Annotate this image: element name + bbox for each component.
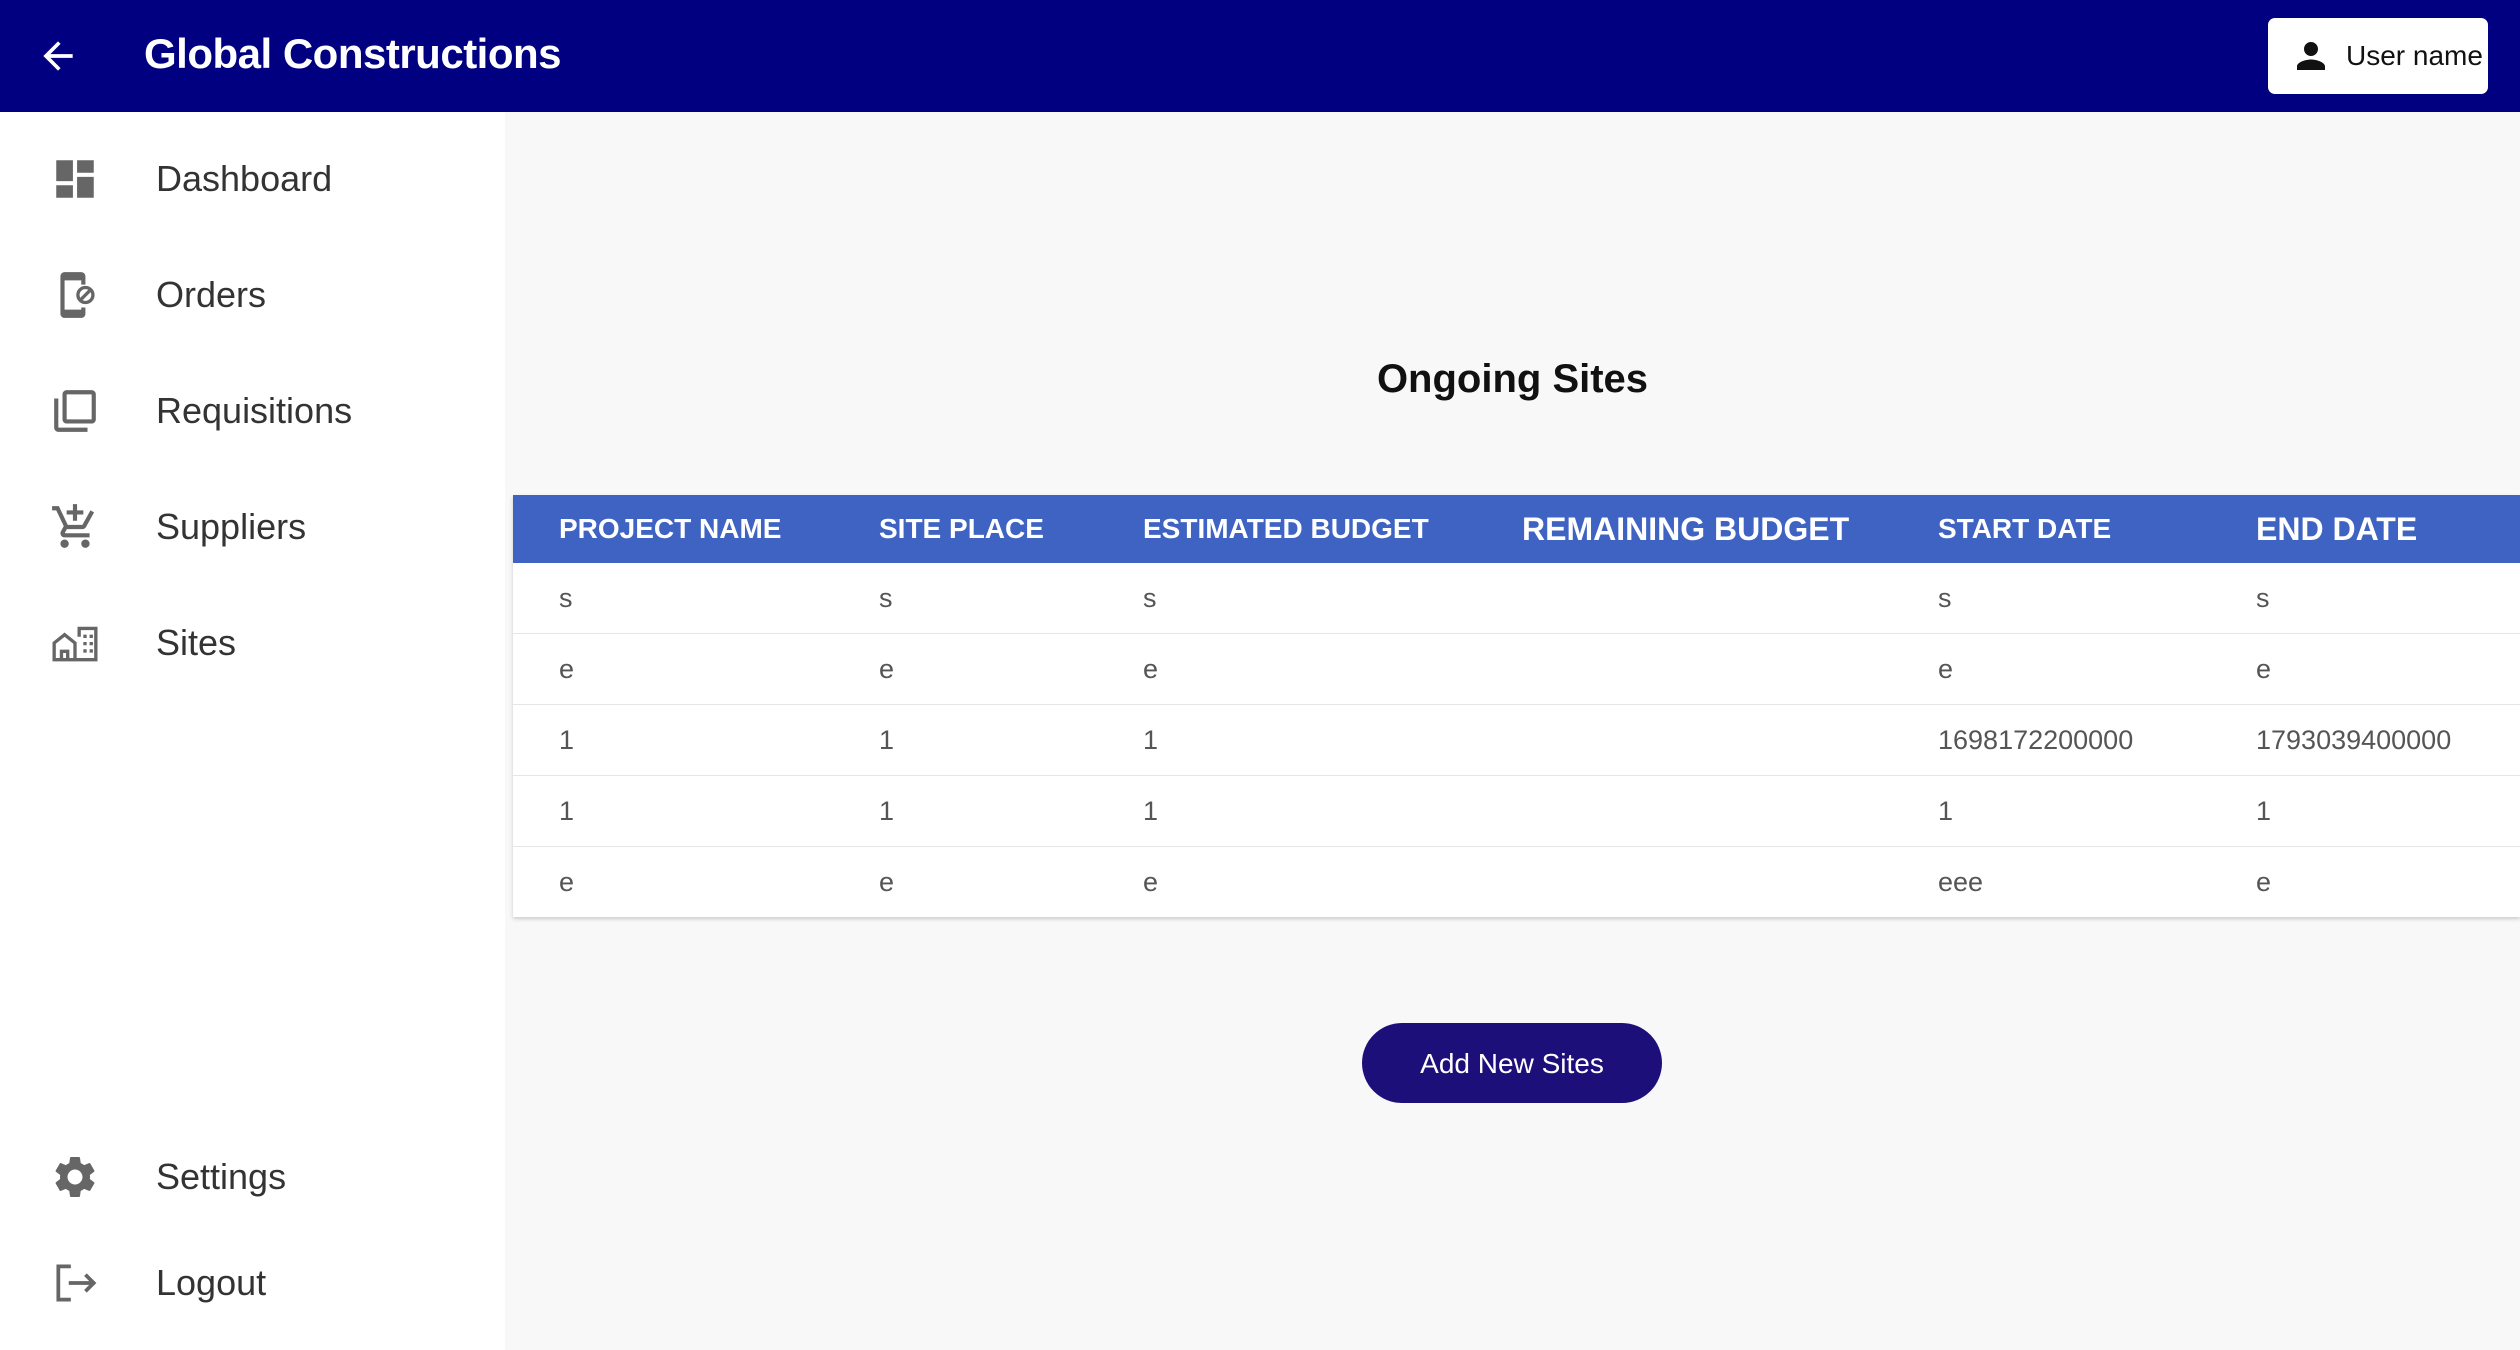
- sidebar-item-label: Suppliers: [156, 506, 307, 547]
- cell-site-place: 1: [879, 725, 895, 755]
- cell-project-name: s: [559, 583, 573, 613]
- requisitions-icon: [50, 386, 100, 436]
- table-row[interactable]: e e e e e: [513, 634, 2520, 705]
- page-title: Ongoing Sites: [1376, 357, 1649, 401]
- cell-end-date: 1793039400000: [2256, 725, 2452, 755]
- add-new-sites-button[interactable]: Add New Sites: [1362, 1023, 1662, 1103]
- cell-project-name: 1: [559, 796, 575, 826]
- cell-end-date: e: [2256, 867, 2272, 897]
- cell-project-name: e: [559, 654, 575, 684]
- sites-table: PROJECT NAME SITE PLACE ESTIMATED BUDGET…: [513, 495, 2520, 917]
- cell-project-name: 1: [559, 725, 575, 755]
- cell-estimated-budget: e: [1143, 654, 1159, 684]
- cell-site-place: s: [879, 583, 893, 613]
- cell-site-place: e: [879, 654, 895, 684]
- sidebar-item-logout[interactable]: Logout: [0, 1233, 505, 1333]
- cell-project-name: e: [559, 867, 575, 897]
- cell-estimated-budget: 1: [1143, 796, 1159, 826]
- sidebar-item-sites[interactable]: Sites: [0, 593, 505, 693]
- table-row[interactable]: e e e eee e: [513, 847, 2520, 917]
- app-title: Global Constructions: [144, 30, 562, 77]
- cell-estimated-budget: s: [1143, 583, 1157, 613]
- cell-start-date: e: [1938, 654, 1954, 684]
- cell-start-date: eee: [1938, 867, 1984, 897]
- sidebar-item-label: Dashboard: [156, 158, 333, 199]
- table-row[interactable]: 1 1 1 1698172200000 1793039400000: [513, 705, 2520, 776]
- sites-icon: [50, 618, 100, 668]
- cell-site-place: e: [879, 867, 895, 897]
- cell-site-place: 1: [879, 796, 895, 826]
- table-row[interactable]: 1 1 1 1 1: [513, 776, 2520, 847]
- cell-start-date: 1: [1938, 796, 1954, 826]
- sidebar-item-suppliers[interactable]: Suppliers: [0, 477, 505, 577]
- table-header: PROJECT NAME SITE PLACE ESTIMATED BUDGET…: [513, 495, 2520, 563]
- sidebar-item-orders[interactable]: Orders: [0, 245, 505, 345]
- cell-estimated-budget: e: [1143, 867, 1159, 897]
- cell-estimated-budget: 1: [1143, 725, 1159, 755]
- table-row[interactable]: s s s s s: [513, 563, 2520, 634]
- cell-end-date: e: [2256, 654, 2272, 684]
- user-name-label: User name: [2346, 40, 2483, 71]
- column-header-remaining-budget[interactable]: REMAINING BUDGET: [1522, 495, 1849, 563]
- user-menu-button[interactable]: User name: [2268, 18, 2488, 94]
- sidebar-item-label: Orders: [156, 274, 267, 315]
- sidebar-item-dashboard[interactable]: Dashboard: [0, 129, 505, 229]
- back-arrow-icon[interactable]: [36, 34, 80, 78]
- sidebar-item-label: Sites: [156, 622, 237, 663]
- person-icon: [2297, 42, 2325, 70]
- sidebar-item-label: Logout: [156, 1262, 267, 1303]
- gear-icon: [50, 1152, 100, 1202]
- column-header-project-name[interactable]: PROJECT NAME: [559, 495, 781, 563]
- sidebar-item-requisitions[interactable]: Requisitions: [0, 361, 505, 461]
- cart-icon: [50, 502, 100, 552]
- column-header-estimated-budget[interactable]: ESTIMATED BUDGET: [1143, 495, 1429, 563]
- app-bar: Global Constructions User name: [0, 0, 2520, 112]
- sidebar-item-label: Requisitions: [156, 390, 353, 431]
- main-content: Ongoing Sites PROJECT NAME SITE PLACE ES…: [505, 112, 2520, 1350]
- cell-end-date: 1: [2256, 796, 2272, 826]
- cell-start-date: 1698172200000: [1938, 725, 2134, 755]
- dashboard-icon: [50, 154, 100, 204]
- column-header-end-date[interactable]: END DATE: [2256, 495, 2417, 563]
- sidebar-item-label: Settings: [156, 1156, 287, 1197]
- orders-icon: [50, 270, 100, 320]
- sidebar: Dashboard Orders Requisitions Suppliers …: [0, 112, 505, 1350]
- cell-end-date: s: [2256, 583, 2270, 613]
- column-header-site-place[interactable]: SITE PLACE: [879, 495, 1044, 563]
- column-header-start-date[interactable]: START DATE: [1938, 495, 2111, 563]
- sidebar-item-settings[interactable]: Settings: [0, 1127, 505, 1227]
- cell-start-date: s: [1938, 583, 1952, 613]
- logout-icon: [50, 1258, 100, 1308]
